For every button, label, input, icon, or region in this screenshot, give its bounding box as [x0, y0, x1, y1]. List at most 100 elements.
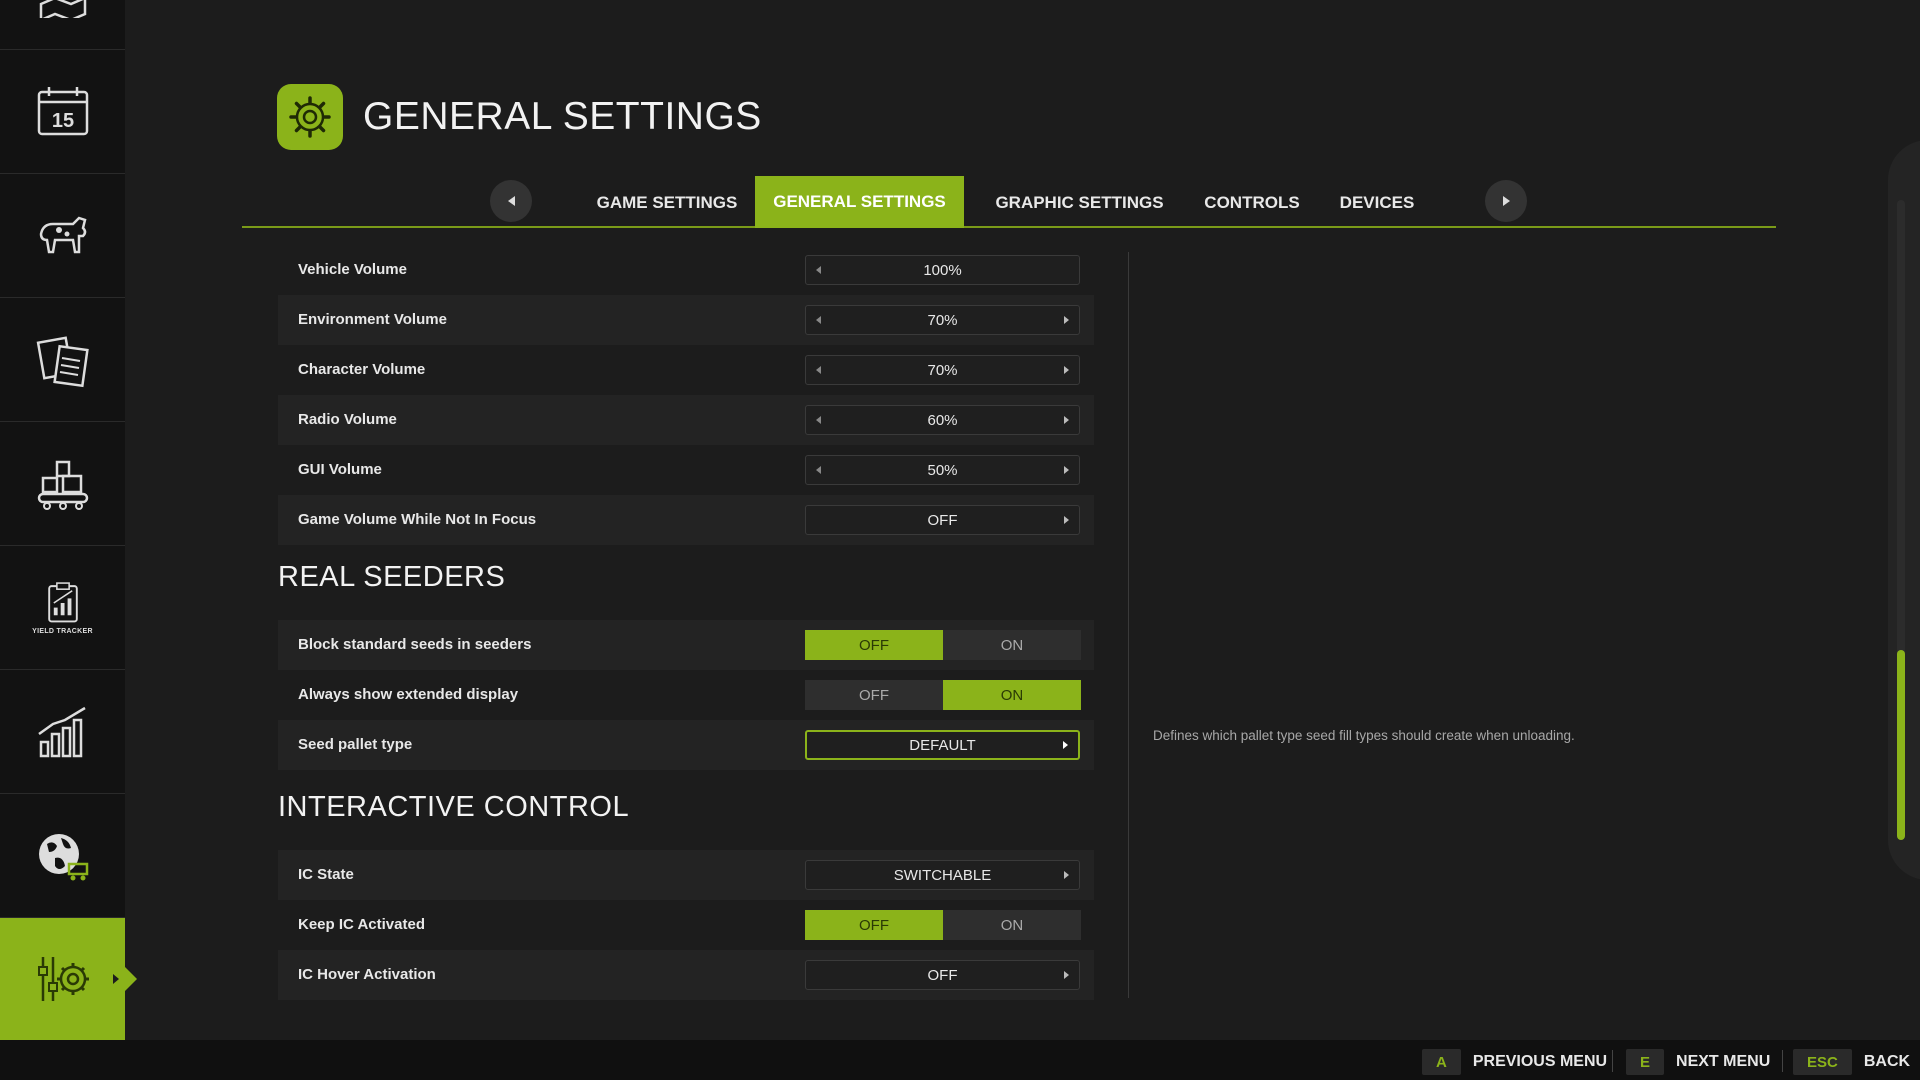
- footer-divider: [1612, 1050, 1613, 1072]
- animals-icon: [39, 216, 86, 253]
- setting-label: Keep IC Activated: [298, 916, 425, 933]
- key-label: PREVIOUS MENU: [1472, 1053, 1608, 1070]
- setting-row-ic-state: IC State SWITCHABLE: [278, 850, 1094, 900]
- selector-value: OFF: [927, 966, 958, 984]
- character-volume-selector[interactable]: 70%: [805, 355, 1080, 385]
- selector-value: OFF: [927, 511, 958, 529]
- gear-icon: [289, 96, 331, 138]
- arrow-right-icon[interactable]: [1064, 466, 1069, 474]
- footer-divider: [1782, 1050, 1783, 1072]
- toggle-off-option[interactable]: OFF: [805, 910, 943, 940]
- sidebar-item-yield-tracker[interactable]: YIELD TRACKER: [0, 546, 125, 670]
- setting-row-gui-volume: GUI Volume 50%: [278, 445, 1094, 495]
- extended-display-toggle[interactable]: OFF ON: [805, 680, 1081, 710]
- arrow-left-icon[interactable]: [816, 366, 821, 374]
- environment-volume-selector[interactable]: 70%: [805, 305, 1080, 335]
- toggle-on-option[interactable]: ON: [943, 910, 1081, 940]
- sidebar-item-map[interactable]: [0, 0, 125, 50]
- selector-value: 50%: [927, 461, 958, 479]
- key-hint: A: [1422, 1049, 1461, 1075]
- setting-row-radio-volume: Radio Volume 60%: [278, 395, 1094, 445]
- vehicle-volume-selector[interactable]: 100%: [805, 255, 1080, 285]
- map-icon: [39, 0, 86, 18]
- setting-row-vehicle-volume: Vehicle Volume 100%: [278, 245, 1094, 295]
- setting-row-seed-pallet: Seed pallet type DEFAULT: [278, 720, 1094, 770]
- ic-hover-selector[interactable]: OFF: [805, 960, 1080, 990]
- tab-devices[interactable]: DEVICES: [1322, 178, 1432, 228]
- arrow-right-icon[interactable]: [1064, 516, 1069, 524]
- help-text: Defines which pallet type seed fill type…: [1153, 728, 1575, 743]
- active-indicator: [125, 967, 137, 991]
- tab-graphic-settings[interactable]: GRAPHIC SETTINGS: [977, 178, 1182, 228]
- active-caret: [113, 974, 119, 984]
- arrow-right-icon[interactable]: [1063, 741, 1068, 749]
- arrow-right-icon[interactable]: [1064, 416, 1069, 424]
- chevron-left-icon: [507, 196, 515, 206]
- selector-value: DEFAULT: [909, 736, 976, 754]
- seed-pallet-selector[interactable]: DEFAULT: [805, 730, 1080, 760]
- tab-general-settings[interactable]: GENERAL SETTINGS: [755, 176, 964, 228]
- section-title-real-seeders: REAL SEEDERS: [278, 561, 506, 593]
- tab-controls[interactable]: CONTROLS: [1192, 178, 1312, 228]
- settings-icon: [37, 957, 89, 1001]
- page-header: GENERAL SETTINGS: [277, 84, 762, 150]
- setting-label: IC Hover Activation: [298, 966, 436, 983]
- back-button[interactable]: ESC BACK: [1793, 1048, 1910, 1076]
- key-label: BACK: [1863, 1053, 1911, 1070]
- header-gear-badge: [277, 84, 343, 150]
- arrow-left-icon[interactable]: [816, 466, 821, 474]
- setting-label: Radio Volume: [298, 411, 397, 428]
- global-market-icon: [38, 833, 88, 880]
- sidebar-item-statistics[interactable]: [0, 670, 125, 794]
- gui-volume-selector[interactable]: 50%: [805, 455, 1080, 485]
- sidebar-item-animals[interactable]: [0, 174, 125, 298]
- tab-next-button[interactable]: [1485, 180, 1527, 222]
- arrow-left-icon[interactable]: [816, 266, 821, 274]
- selector-value: 100%: [923, 261, 962, 279]
- setting-row-ic-hover: IC Hover Activation OFF: [278, 950, 1094, 1000]
- arrow-left-icon[interactable]: [816, 416, 821, 424]
- keep-ic-toggle[interactable]: OFF ON: [805, 910, 1081, 940]
- block-seeds-toggle[interactable]: OFF ON: [805, 630, 1081, 660]
- radio-volume-selector[interactable]: 60%: [805, 405, 1080, 435]
- toggle-off-option[interactable]: OFF: [805, 680, 943, 710]
- section-title-interactive-control: INTERACTIVE CONTROL: [278, 791, 630, 823]
- calendar-day: 15: [51, 110, 73, 132]
- selector-value: 70%: [927, 361, 958, 379]
- sidebar-item-calendar[interactable]: 15: [0, 50, 125, 174]
- setting-label: IC State: [298, 866, 354, 883]
- sidebar: 15 YIELD TRACKER: [0, 0, 137, 1040]
- sidebar-item-production[interactable]: [0, 422, 125, 546]
- toggle-on-option[interactable]: ON: [943, 630, 1081, 660]
- setting-label: Always show extended display: [298, 686, 519, 703]
- selector-value: 70%: [927, 311, 958, 329]
- arrow-left-icon[interactable]: [816, 316, 821, 324]
- next-menu-button[interactable]: E NEXT MENU: [1626, 1048, 1770, 1076]
- selector-value: 60%: [927, 411, 958, 429]
- arrow-right-icon[interactable]: [1064, 871, 1069, 879]
- previous-menu-button[interactable]: A PREVIOUS MENU: [1422, 1048, 1607, 1076]
- arrow-right-icon[interactable]: [1064, 971, 1069, 979]
- ic-state-selector[interactable]: SWITCHABLE: [805, 860, 1080, 890]
- toggle-off-option[interactable]: OFF: [805, 630, 943, 660]
- arrow-right-icon[interactable]: [1064, 316, 1069, 324]
- setting-label: Environment Volume: [298, 311, 447, 328]
- sidebar-item-settings[interactable]: [0, 918, 137, 1040]
- setting-label: Vehicle Volume: [298, 261, 407, 278]
- toggle-on-option[interactable]: ON: [943, 680, 1081, 710]
- tab-bar: GAME SETTINGS GENERAL SETTINGS GRAPHIC S…: [242, 174, 1776, 228]
- sidebar-item-contracts[interactable]: [0, 298, 125, 422]
- setting-label: GUI Volume: [298, 461, 382, 478]
- sidebar-item-global-market[interactable]: [0, 794, 125, 918]
- setting-label: Block standard seeds in seeders: [298, 636, 532, 653]
- tab-prev-button[interactable]: [490, 180, 532, 222]
- footer-bar: A PREVIOUS MENU E NEXT MENU ESC BACK: [0, 1040, 1920, 1080]
- tab-game-settings[interactable]: GAME SETTINGS: [577, 178, 757, 228]
- key-hint: E: [1626, 1049, 1665, 1075]
- arrow-right-icon[interactable]: [1064, 366, 1069, 374]
- yield-tracker-label: YIELD TRACKER: [32, 628, 93, 635]
- setting-row-block-seeds: Block standard seeds in seeders OFF ON: [278, 620, 1094, 670]
- game-volume-focus-selector[interactable]: OFF: [805, 505, 1080, 535]
- yield-tracker-icon: [47, 582, 78, 623]
- scrollbar-thumb[interactable]: [1897, 650, 1905, 840]
